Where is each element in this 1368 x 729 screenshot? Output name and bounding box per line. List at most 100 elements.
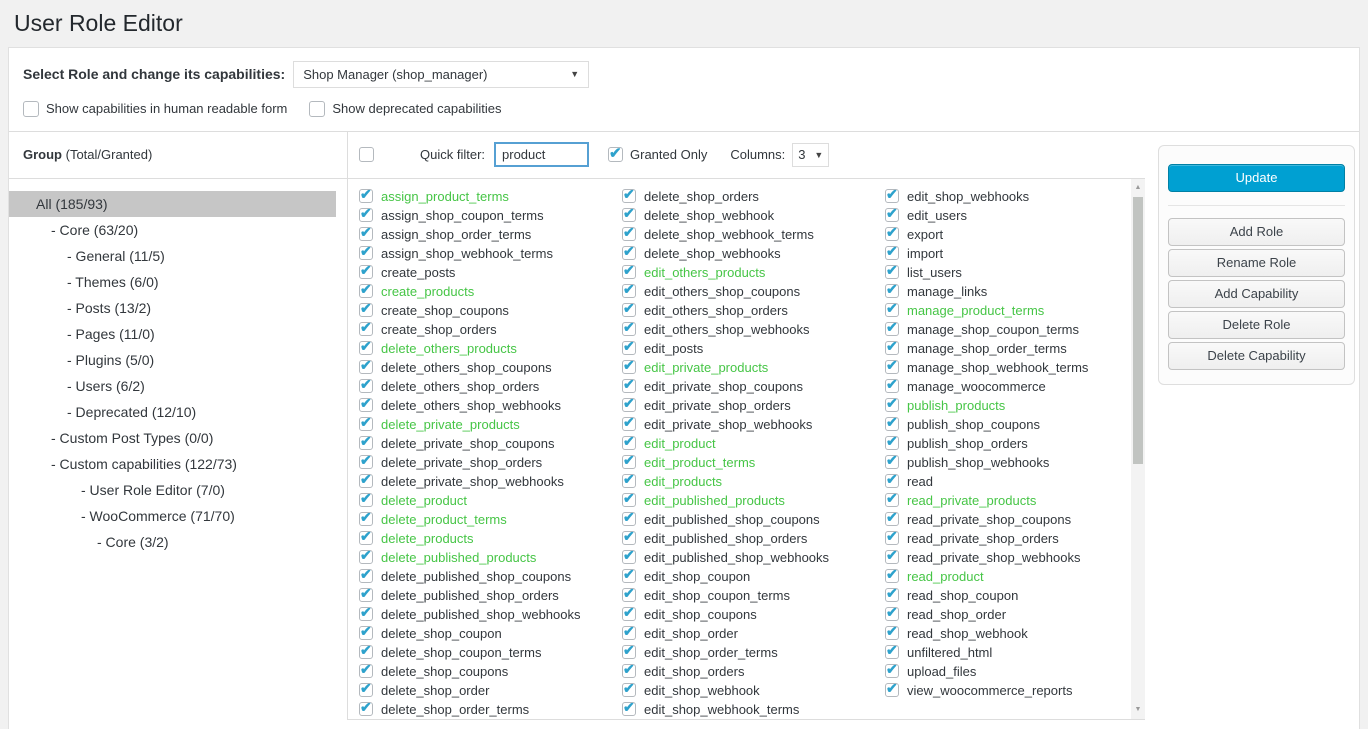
capability-label[interactable]: upload_files: [907, 664, 976, 679]
capability-checkbox[interactable]: [359, 398, 373, 412]
capability-checkbox[interactable]: [885, 664, 899, 678]
capability-checkbox[interactable]: [622, 645, 636, 659]
capability-checkbox[interactable]: [359, 512, 373, 526]
quick-filter-input[interactable]: [494, 142, 589, 167]
capability-checkbox[interactable]: [622, 664, 636, 678]
capability-checkbox[interactable]: [359, 417, 373, 431]
capability-checkbox[interactable]: [359, 322, 373, 336]
capability-label[interactable]: create_shop_orders: [381, 322, 497, 337]
capability-checkbox[interactable]: [885, 683, 899, 697]
rename-role-button[interactable]: Rename Role: [1168, 249, 1345, 277]
capability-checkbox[interactable]: [359, 189, 373, 203]
capability-label[interactable]: unfiltered_html: [907, 645, 992, 660]
capability-label[interactable]: view_woocommerce_reports: [907, 683, 1072, 698]
capability-label[interactable]: edit_published_products: [644, 493, 785, 508]
capability-label[interactable]: delete_shop_coupon: [381, 626, 502, 641]
capability-checkbox[interactable]: [885, 208, 899, 222]
group-tree-item[interactable]: - Custom capabilities (122/73): [9, 451, 336, 477]
capability-label[interactable]: create_products: [381, 284, 474, 299]
deprecated-label[interactable]: Show deprecated capabilities: [332, 101, 501, 116]
capability-label[interactable]: assign_shop_coupon_terms: [381, 208, 544, 223]
group-tree-item[interactable]: - Pages (11/0): [9, 321, 336, 347]
add-capability-button[interactable]: Add Capability: [1168, 280, 1345, 308]
role-select[interactable]: Shop Manager (shop_manager) ▼: [293, 61, 589, 88]
capability-label[interactable]: delete_published_shop_webhooks: [381, 607, 581, 622]
group-tree-item[interactable]: - Core (3/2): [9, 529, 336, 555]
capability-checkbox[interactable]: [885, 645, 899, 659]
capability-label[interactable]: manage_product_terms: [907, 303, 1044, 318]
capability-checkbox[interactable]: [622, 379, 636, 393]
group-tree-item[interactable]: - General (11/5): [9, 243, 336, 269]
capability-label[interactable]: edit_shop_webhook: [644, 683, 760, 698]
capability-label[interactable]: read_shop_webhook: [907, 626, 1028, 641]
granted-only-checkbox[interactable]: [608, 147, 623, 162]
capability-label[interactable]: edit_published_shop_orders: [644, 531, 807, 546]
capability-checkbox[interactable]: [622, 512, 636, 526]
vertical-scrollbar[interactable]: ▲ ▼: [1131, 179, 1145, 719]
group-tree-item[interactable]: - WooCommerce (71/70): [9, 503, 336, 529]
scroll-down-icon[interactable]: ▼: [1131, 703, 1145, 717]
capability-label[interactable]: manage_woocommerce: [907, 379, 1046, 394]
capability-checkbox[interactable]: [885, 284, 899, 298]
capability-label[interactable]: manage_shop_webhook_terms: [907, 360, 1088, 375]
capability-checkbox[interactable]: [885, 417, 899, 431]
capability-checkbox[interactable]: [622, 493, 636, 507]
capability-label[interactable]: delete_shop_webhooks: [644, 246, 781, 261]
capability-label[interactable]: delete_others_shop_coupons: [381, 360, 552, 375]
capability-checkbox[interactable]: [622, 702, 636, 716]
capability-checkbox[interactable]: [359, 702, 373, 716]
group-tree-item[interactable]: All (185/93): [9, 191, 336, 217]
capability-label[interactable]: manage_shop_order_terms: [907, 341, 1067, 356]
capability-label[interactable]: read_product: [907, 569, 984, 584]
capability-label[interactable]: delete_private_shop_orders: [381, 455, 542, 470]
capability-checkbox[interactable]: [359, 683, 373, 697]
capability-label[interactable]: delete_shop_orders: [644, 189, 759, 204]
capability-label[interactable]: delete_shop_webhook_terms: [644, 227, 814, 242]
capability-label[interactable]: edit_private_shop_orders: [644, 398, 791, 413]
capability-checkbox[interactable]: [359, 569, 373, 583]
capability-label[interactable]: delete_shop_order: [381, 683, 489, 698]
capability-checkbox[interactable]: [622, 436, 636, 450]
capability-label[interactable]: list_users: [907, 265, 962, 280]
capability-label[interactable]: edit_others_shop_webhooks: [644, 322, 810, 337]
capability-label[interactable]: delete_private_products: [381, 417, 520, 432]
capability-label[interactable]: read_private_shop_webhooks: [907, 550, 1080, 565]
capability-checkbox[interactable]: [622, 417, 636, 431]
group-tree-item[interactable]: - Users (6/2): [9, 373, 336, 399]
capability-checkbox[interactable]: [359, 360, 373, 374]
capability-checkbox[interactable]: [622, 474, 636, 488]
capability-checkbox[interactable]: [885, 512, 899, 526]
capability-checkbox[interactable]: [622, 341, 636, 355]
capability-label[interactable]: publish_shop_orders: [907, 436, 1028, 451]
capability-checkbox[interactable]: [622, 284, 636, 298]
capability-label[interactable]: edit_product: [644, 436, 716, 451]
capability-checkbox[interactable]: [359, 531, 373, 545]
capability-checkbox[interactable]: [359, 474, 373, 488]
capability-checkbox[interactable]: [885, 531, 899, 545]
capability-checkbox[interactable]: [885, 455, 899, 469]
update-button[interactable]: Update: [1168, 164, 1345, 192]
capability-checkbox[interactable]: [359, 645, 373, 659]
capability-checkbox[interactable]: [885, 227, 899, 241]
capability-checkbox[interactable]: [885, 607, 899, 621]
capability-label[interactable]: create_shop_coupons: [381, 303, 509, 318]
capability-label[interactable]: delete_published_shop_orders: [381, 588, 559, 603]
capability-label[interactable]: delete_product_terms: [381, 512, 507, 527]
capability-label[interactable]: import: [907, 246, 943, 261]
capability-checkbox[interactable]: [359, 303, 373, 317]
group-tree-item[interactable]: - Custom Post Types (0/0): [9, 425, 336, 451]
group-tree-item[interactable]: - Core (63/20): [9, 217, 336, 243]
capability-label[interactable]: publish_shop_webhooks: [907, 455, 1049, 470]
capability-checkbox[interactable]: [359, 379, 373, 393]
capability-label[interactable]: delete_products: [381, 531, 474, 546]
capability-checkbox[interactable]: [885, 569, 899, 583]
capability-label[interactable]: publish_shop_coupons: [907, 417, 1040, 432]
capability-label[interactable]: assign_product_terms: [381, 189, 509, 204]
capability-checkbox[interactable]: [622, 455, 636, 469]
capability-label[interactable]: assign_shop_webhook_terms: [381, 246, 553, 261]
capability-label[interactable]: edit_shop_order: [644, 626, 738, 641]
capability-label[interactable]: edit_shop_coupons: [644, 607, 757, 622]
capability-checkbox[interactable]: [622, 607, 636, 621]
capability-label[interactable]: edit_private_products: [644, 360, 768, 375]
capability-label[interactable]: edit_products: [644, 474, 722, 489]
